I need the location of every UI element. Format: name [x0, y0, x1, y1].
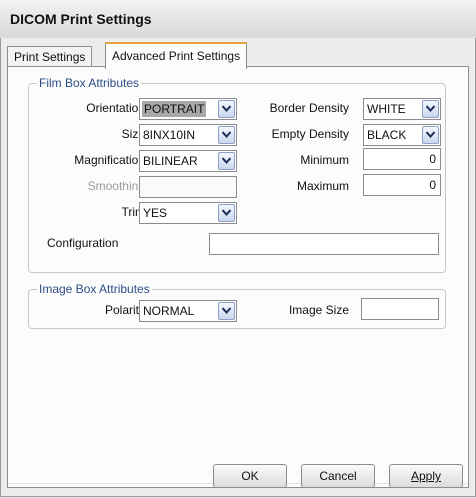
maximum-label: Maximum [296, 179, 349, 193]
polarity-value: NORMAL [143, 304, 195, 318]
minimum-field[interactable]: 0 [363, 148, 441, 170]
size-select[interactable]: 8INX10IN [139, 124, 237, 146]
film-box-legend: Film Box Attributes [37, 76, 142, 90]
trim-select[interactable]: YES [139, 202, 237, 224]
border-density-label: Border Density [269, 101, 349, 115]
magnification-label: Magnification [74, 153, 145, 167]
chevron-down-icon[interactable] [218, 152, 235, 170]
size-value: 8INX10IN [143, 128, 196, 142]
empty-density-value: BLACK [367, 128, 407, 142]
tab-panel: Film Box Attributes Orientation PORTRAIT… [7, 66, 469, 488]
minimum-label: Minimum [300, 153, 349, 167]
maximum-value: 0 [429, 178, 436, 192]
ok-button[interactable]: OK [213, 464, 287, 488]
configuration-label: Configuration [47, 236, 119, 250]
minimum-value: 0 [429, 152, 436, 166]
image-size-label: Image Size [288, 303, 349, 317]
smoothing-label: Smoothing [87, 179, 145, 193]
tab-advanced-print-settings[interactable]: Advanced Print Settings [105, 42, 248, 69]
cancel-button[interactable]: Cancel [301, 464, 375, 488]
empty-density-label: Empty Density [271, 127, 349, 141]
border-density-select[interactable]: WHITE [363, 98, 441, 120]
magnification-value: BILINEAR [143, 154, 198, 168]
magnification-select[interactable]: BILINEAR [139, 150, 237, 172]
image-size-field[interactable] [361, 298, 439, 320]
orientation-select[interactable]: PORTRAIT [139, 98, 237, 120]
chevron-down-icon[interactable] [218, 302, 235, 320]
trim-value: YES [143, 206, 168, 220]
orientation-value: PORTRAIT [142, 101, 207, 117]
title-bar: DICOM Print Settings [0, 0, 476, 39]
maximum-field[interactable]: 0 [363, 174, 441, 196]
tab-print-settings[interactable]: Print Settings [7, 46, 93, 67]
empty-density-select[interactable]: BLACK [363, 124, 441, 146]
orientation-label: Orientation [86, 101, 145, 115]
image-box-legend: Image Box Attributes [37, 282, 152, 296]
border-density-value: WHITE [367, 102, 406, 116]
chevron-down-icon[interactable] [218, 126, 235, 144]
chevron-down-icon[interactable] [218, 100, 235, 118]
apply-button[interactable]: Apply [389, 464, 463, 488]
chevron-down-icon[interactable] [422, 100, 439, 118]
smoothing-field [139, 176, 237, 198]
dialog-window: Print Settings Advanced Print Settings F… [0, 38, 476, 497]
image-box-attributes-group: Image Box Attributes Polarity NORMAL Ima… [28, 282, 446, 329]
configuration-field[interactable] [209, 233, 439, 255]
chevron-down-icon[interactable] [422, 126, 439, 144]
window-title: DICOM Print Settings [10, 11, 152, 27]
film-box-attributes-group: Film Box Attributes Orientation PORTRAIT… [28, 76, 446, 273]
chevron-down-icon[interactable] [218, 204, 235, 222]
polarity-select[interactable]: NORMAL [139, 300, 237, 322]
